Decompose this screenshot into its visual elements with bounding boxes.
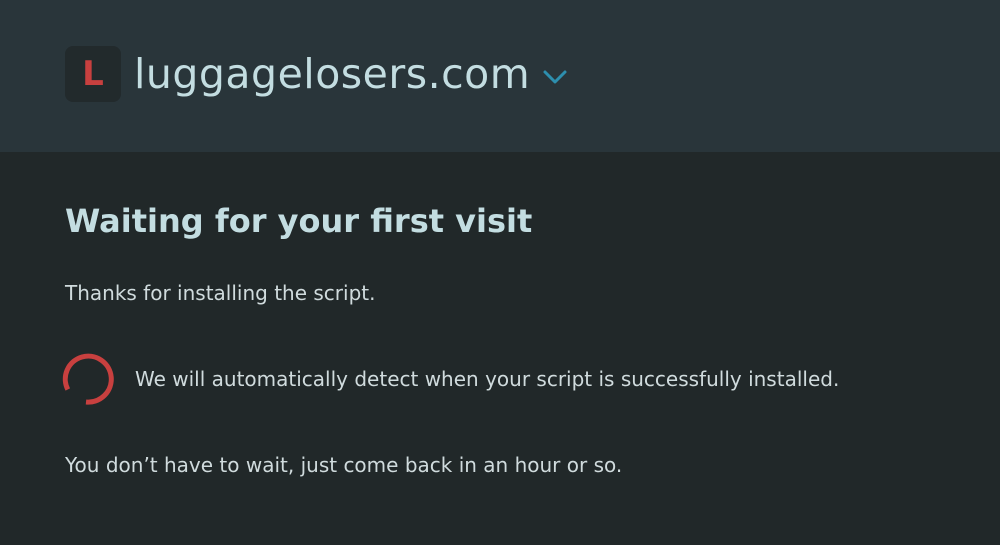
- detection-status: We will automatically detect when your s…: [57, 350, 839, 408]
- site-switcher-dropdown[interactable]: L luggagelosers.com: [65, 46, 568, 102]
- loading-spinner-icon: [57, 350, 115, 408]
- site-header: L luggagelosers.com: [0, 0, 1000, 152]
- favicon-letter: L: [82, 54, 104, 94]
- site-name: luggagelosers.com: [134, 50, 531, 98]
- thanks-message: Thanks for installing the script.: [65, 281, 376, 305]
- page-title: Waiting for your first visit: [65, 202, 533, 240]
- wait-note: You don’t have to wait, just come back i…: [65, 453, 623, 477]
- chevron-down-icon[interactable]: [542, 68, 568, 86]
- detect-message: We will automatically detect when your s…: [135, 367, 840, 391]
- site-favicon: L: [65, 46, 121, 102]
